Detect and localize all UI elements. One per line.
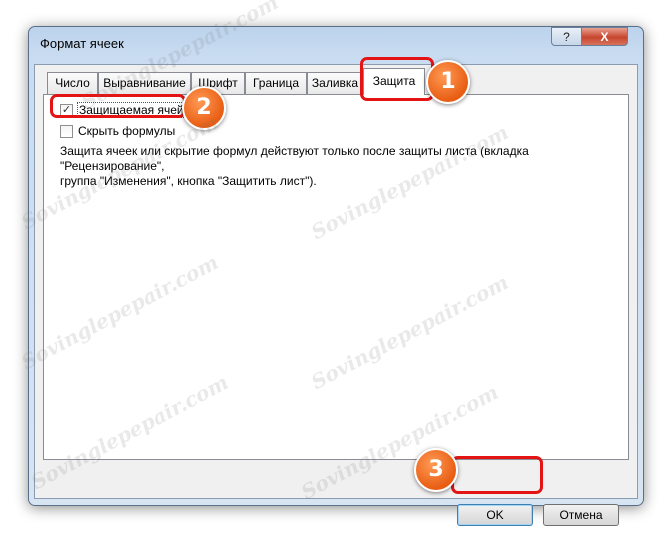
locked-option-highlight — [50, 94, 186, 118]
hidden-checkbox[interactable] — [60, 124, 73, 138]
protection-description: Защита ячеек или скрытие формул действую… — [60, 144, 625, 189]
cancel-button[interactable]: Отмена — [543, 504, 619, 526]
protection-tab-highlight — [360, 57, 434, 101]
hidden-label[interactable]: Скрыть формулы — [78, 124, 175, 138]
step-3-badge: 3 — [414, 448, 458, 492]
help-button[interactable]: ? — [551, 27, 582, 46]
ok-button[interactable]: OK — [457, 504, 533, 526]
step-2-badge: 2 — [182, 86, 226, 130]
protection-panel: ✓ Защищаемая ячейка Скрыть формулы Защит… — [43, 94, 629, 460]
dialog-body: Число Выравнивание Шрифт Граница Заливка… — [34, 64, 638, 526]
description-line-2: группа "Изменения", кнопка "Защитить лис… — [60, 174, 317, 188]
tab-fill[interactable]: Заливка — [307, 72, 363, 94]
description-line-1: Защита ячеек или скрытие формул действую… — [60, 144, 529, 173]
step-1-badge: 1 — [426, 60, 470, 104]
ok-button-highlight — [451, 456, 543, 494]
tab-border[interactable]: Граница — [245, 72, 307, 94]
dialog-title: Формат ячеек — [40, 36, 124, 51]
close-button[interactable]: X — [581, 27, 628, 46]
tab-alignment[interactable]: Выравнивание — [98, 72, 191, 94]
tab-number[interactable]: Число — [47, 72, 98, 94]
hidden-option[interactable]: Скрыть формулы — [60, 124, 175, 138]
